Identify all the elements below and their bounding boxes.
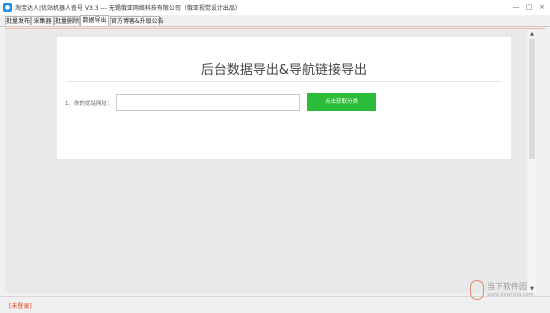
watermark-logo-icon — [470, 280, 484, 300]
scroll-up-icon[interactable]: ▲ — [528, 30, 536, 38]
login-status-link[interactable]: [未登录] — [9, 301, 32, 310]
tab-bar: 批量发布 采集器 批量删除 数据导出 官方博客&升级公告 — [0, 15, 550, 27]
minimize-button[interactable]: — — [511, 2, 521, 12]
watermark-text: 当下软件园 — [487, 282, 527, 291]
window-title: 淘宝达人|优站机器人查号 V3.3 --- 无锡俄亚网络科技有限公司（俄亚视觉设… — [15, 5, 241, 12]
tab-accent-line — [5, 28, 545, 29]
watermark-url: www.downxia.com — [487, 292, 534, 298]
status-bar: [未登录] — [0, 296, 550, 313]
title-bar: ● 淘宝达人|优站机器人查号 V3.3 --- 无锡俄亚网络科技有限公司（俄亚视… — [0, 0, 550, 16]
app-icon: ● — [3, 3, 12, 12]
watermark: 当下软件园 www.downxia.com — [470, 279, 540, 303]
heading-divider — [67, 81, 501, 82]
tab-official-blog[interactable]: 官方博客&升级公告 — [110, 16, 164, 25]
page-title: 后台数据导出&导航链接导出 — [200, 63, 368, 78]
tab-batch-delete[interactable]: 批量删除 — [54, 16, 80, 25]
vertical-scrollbar[interactable]: ▲ ▼ — [528, 30, 536, 293]
export-panel: 后台数据导出&导航链接导出 1、你的优站网址： 点击获取分类 — [57, 37, 511, 159]
close-button[interactable]: × — [537, 2, 547, 12]
scroll-thumb[interactable] — [529, 39, 535, 159]
url-field-label: 1、你的优站网址： — [65, 101, 113, 107]
tab-data-export[interactable]: 数据导出 — [80, 15, 109, 26]
tab-collector[interactable]: 采集器 — [31, 16, 54, 25]
fetch-categories-button[interactable]: 点击获取分类 — [307, 93, 376, 111]
site-url-input[interactable] — [116, 94, 300, 111]
tab-batch-publish[interactable]: 批量发布 — [5, 16, 31, 25]
maximize-button[interactable]: □ — [524, 2, 534, 12]
